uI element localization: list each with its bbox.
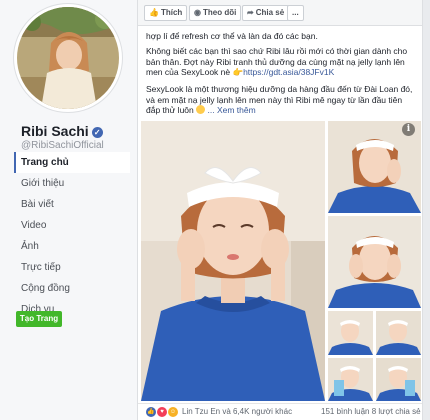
create-page-button[interactable]: Tạo Trang	[16, 311, 62, 327]
info-icon[interactable]: i	[402, 123, 415, 136]
page-name[interactable]: Ribi Sachi ✓	[21, 123, 103, 139]
page-action-bar: 👍 Thích ◉ Theo dõi ➦ Chia sẻ ...	[138, 0, 422, 26]
right-column-edge	[423, 0, 430, 420]
sidebar-nav: Trang chủ Giới thiệu Bài viết Video Ảnh …	[14, 152, 130, 320]
profile-avatar[interactable]	[14, 4, 122, 112]
post-link[interactable]: https://gdt.asia/38JFv1K	[243, 67, 334, 77]
main-photo[interactable]	[141, 121, 325, 401]
reaction-names[interactable]: Lin Tzu En và 6,4K người khác	[182, 407, 292, 416]
smile-emoji-icon	[196, 105, 206, 114]
rss-icon: ◉	[194, 8, 201, 17]
sidebar-item-home[interactable]: Trang chủ	[14, 152, 130, 173]
post-card: 👍 Thích ◉ Theo dõi ➦ Chia sẻ ... hợp lí để …	[137, 0, 423, 420]
share-button[interactable]: ➦ Chia sẻ	[242, 5, 290, 21]
see-more-link[interactable]: ... Xem thêm	[208, 105, 256, 115]
follow-button[interactable]: ◉ Theo dõi	[189, 5, 242, 21]
haha-reaction-icon: ☺	[168, 407, 178, 417]
follow-label: Theo dõi	[202, 8, 237, 17]
share-icon: ➦	[247, 8, 254, 17]
page-handle: @RibiSachiOfficial	[21, 140, 104, 151]
verified-badge-icon: ✓	[91, 127, 103, 138]
photo-collage[interactable]	[141, 121, 421, 401]
page-name-text[interactable]: Ribi Sachi	[21, 123, 89, 139]
reactions-bar: 👍 ♥ ☺ Lin Tzu En và 6,4K người khác 151 …	[138, 403, 422, 420]
sidebar-item-posts[interactable]: Bài viết	[14, 194, 130, 215]
page-sidebar: Ribi Sachi ✓ @RibiSachiOfficial Trang chủ…	[0, 0, 137, 420]
photo-thumb-2[interactable]	[328, 216, 421, 308]
thumbs-up-icon: 👍	[149, 8, 159, 17]
sidebar-item-live[interactable]: Trực tiếp	[14, 257, 130, 278]
love-reaction-icon: ♥	[157, 407, 167, 417]
sidebar-item-about[interactable]: Giới thiệu	[14, 173, 130, 194]
like-reaction-icon: 👍	[146, 407, 156, 417]
sidebar-item-community[interactable]: Cộng đồng	[14, 278, 130, 299]
photo-thumb-3[interactable]	[328, 311, 373, 355]
like-page-button[interactable]: 👍 Thích	[144, 5, 188, 21]
post-text-top: hợp lí để refresh cơ thể và làn da đó cá…	[146, 31, 318, 41]
photo-thumb-4[interactable]	[376, 311, 421, 355]
photo-thumb-6[interactable]	[376, 358, 421, 401]
more-options-button[interactable]: ...	[287, 5, 304, 21]
share-label: Chia sẻ	[255, 8, 285, 17]
post-paragraph-2-text: SexyLook là một thương hiệu dưỡng da hàn…	[146, 84, 413, 115]
sidebar-item-videos[interactable]: Video	[14, 215, 130, 236]
like-label: Thích	[160, 8, 183, 17]
comments-shares-count[interactable]: 151 bình luận 8 lượt chia sẻ	[321, 407, 421, 416]
post-text-paragraph-2: SexyLook là một thương hiệu dưỡng da hàn…	[146, 84, 418, 116]
photo-thumb-5[interactable]	[328, 358, 373, 401]
post-text-paragraph-1: Không biết các bạn thì sao chứ Ribi lâu …	[146, 46, 418, 78]
sidebar-item-photos[interactable]: Ảnh	[14, 236, 130, 257]
point-right-icon: 👉	[232, 67, 244, 77]
